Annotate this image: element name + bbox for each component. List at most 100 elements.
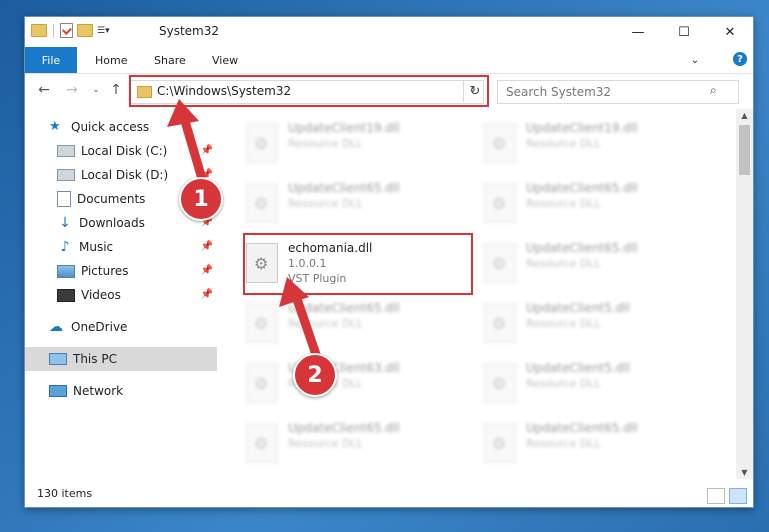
expand-ribbon-icon[interactable]: ⌄	[685, 47, 705, 73]
sidebar-item-this-pc[interactable]: This PC	[25, 347, 217, 371]
sidebar-item-label: Documents	[77, 192, 146, 206]
navigation-pane: ★ Quick access Local Disk (C:) 📌 Local D…	[25, 109, 217, 479]
file-description: Resource DLL	[526, 197, 601, 210]
file-tile[interactable]: UpdateClient65.dll Resource DLL	[218, 295, 446, 347]
dll-file-icon	[246, 183, 278, 223]
download-icon: ↓	[59, 215, 71, 231]
status-bar: 130 items	[25, 483, 753, 507]
dll-file-icon	[484, 183, 516, 223]
drive-icon	[57, 145, 75, 157]
properties-icon[interactable]	[60, 23, 73, 38]
tab-view[interactable]: View	[212, 47, 238, 73]
tab-share[interactable]: Share	[154, 47, 186, 73]
large-icons-view-icon[interactable]	[729, 488, 747, 504]
explorer-window: ☰▾ System32 — ☐ ✕ File Home Share View ⌄…	[24, 16, 754, 508]
file-tile[interactable]: UpdateClient5.dll Resource DLL	[456, 355, 684, 407]
scroll-thumb[interactable]	[739, 125, 750, 175]
pictures-icon	[57, 264, 75, 278]
up-arrow-icon[interactable]: ↑	[107, 80, 125, 100]
sidebar-item-label: Downloads	[79, 216, 145, 230]
dll-file-icon	[246, 363, 278, 403]
dll-file-icon	[484, 363, 516, 403]
forward-arrow-icon[interactable]: →	[63, 80, 81, 100]
sidebar-item-label: Network	[73, 384, 124, 398]
file-description: Resource DLL	[288, 137, 363, 150]
address-bar[interactable]: C:\Windows\System32 ⌄	[130, 80, 484, 104]
file-name: UpdateClient65.dll	[288, 301, 400, 315]
file-tile[interactable]: UpdateClient65.dll Resource DLL	[456, 415, 684, 467]
refresh-icon[interactable]: ↻	[463, 80, 486, 102]
sidebar-item-pictures[interactable]: Pictures 📌	[25, 259, 217, 283]
drive-icon	[57, 169, 75, 181]
file-name: UpdateClient65.dll	[526, 181, 638, 195]
folder-icon	[137, 86, 152, 98]
details-view-icon[interactable]	[707, 488, 725, 504]
file-name: UpdateClient5.dll	[526, 301, 630, 315]
file-description: Resource DLL	[288, 317, 363, 330]
file-tile[interactable]: UpdateClient65.dll Resource DLL	[456, 175, 684, 227]
computer-icon	[49, 353, 67, 365]
address-text[interactable]: C:\Windows\System32	[157, 84, 291, 98]
file-name: UpdateClient19.dll	[526, 121, 638, 135]
dll-file-icon	[246, 303, 278, 343]
customize-dropdown-icon[interactable]: ☰▾	[97, 26, 110, 36]
sidebar-item-network[interactable]: Network	[25, 379, 217, 403]
close-button[interactable]: ✕	[707, 17, 753, 47]
maximize-button[interactable]: ☐	[661, 17, 707, 47]
file-tab[interactable]: File	[25, 47, 77, 73]
sidebar-item-onedrive[interactable]: ☁ OneDrive	[25, 315, 217, 339]
sidebar-item-label: Pictures	[81, 264, 129, 278]
dll-file-icon	[246, 423, 278, 463]
scroll-up-icon[interactable]: ▲	[736, 111, 753, 120]
separator	[53, 23, 54, 38]
pin-icon: 📌	[200, 145, 213, 156]
dll-file-icon	[246, 243, 278, 283]
file-tile[interactable]: UpdateClient19.dll Resource DLL	[456, 115, 684, 167]
sidebar-item-label: Videos	[81, 288, 121, 302]
file-description: VST Plugin	[288, 272, 347, 285]
sidebar-item-videos[interactable]: Videos 📌	[25, 283, 217, 307]
file-name: UpdateClient5.dll	[526, 361, 630, 375]
search-input[interactable]	[504, 83, 713, 101]
title-bar: ☰▾ System32 — ☐ ✕	[25, 17, 753, 47]
help-icon[interactable]: ?	[733, 52, 747, 66]
tab-home[interactable]: Home	[95, 47, 127, 73]
file-tile[interactable]: UpdateClient5.dll Resource DLL	[456, 295, 684, 347]
new-folder-icon[interactable]	[77, 24, 93, 37]
recent-locations-icon[interactable]: ⌄	[87, 80, 105, 100]
sidebar-item-local-disk-c[interactable]: Local Disk (C:) 📌	[25, 139, 217, 163]
cloud-icon: ☁	[49, 319, 63, 335]
scroll-down-icon[interactable]: ▼	[736, 468, 753, 477]
file-tile-echomania[interactable]: echomania.dll 1.0.0.1 VST Plugin	[218, 235, 446, 287]
file-tile[interactable]: UpdateClient19.dll Resource DLL	[218, 115, 446, 167]
folder-icon	[31, 24, 47, 37]
pin-icon: 📌	[200, 241, 213, 252]
dll-file-icon	[484, 243, 516, 283]
navigation-bar: ← → ⌄ ↑ C:\Windows\System32 ⌄ ↻ ⌕	[25, 74, 753, 106]
back-arrow-icon[interactable]: ←	[35, 80, 53, 100]
file-description: Resource DLL	[288, 197, 363, 210]
star-icon: ★	[49, 119, 61, 134]
item-count: 130 items	[37, 487, 93, 500]
file-tile[interactable]: UpdateClient65.dll Resource DLL	[456, 235, 684, 287]
file-tile[interactable]: UpdateClient65.dll Resource DLL	[218, 175, 446, 227]
file-tile[interactable]: UpdateClient65.dll Resource DLL	[218, 415, 446, 467]
search-icon[interactable]: ⌕	[710, 83, 726, 97]
vertical-scrollbar[interactable]: ▲ ▼	[736, 109, 753, 479]
sidebar-item-label: Music	[79, 240, 114, 254]
dll-file-icon	[484, 123, 516, 163]
file-description: Resource DLL	[526, 377, 601, 390]
sidebar-item-quick-access[interactable]: ★ Quick access	[25, 115, 217, 139]
search-box[interactable]: ⌕	[497, 80, 739, 104]
file-name: echomania.dll	[288, 241, 373, 255]
sidebar-item-music[interactable]: ♪ Music 📌	[25, 235, 217, 259]
minimize-button[interactable]: —	[615, 17, 661, 47]
file-name: UpdateClient19.dll	[288, 121, 400, 135]
pin-icon: 📌	[200, 265, 213, 276]
videos-icon	[57, 288, 75, 302]
file-name: UpdateClient65.dll	[288, 181, 400, 195]
file-list: UpdateClient19.dll Resource DLL UpdateCl…	[218, 109, 736, 479]
file-description: Resource DLL	[526, 257, 601, 270]
file-description: Resource DLL	[526, 137, 601, 150]
file-name: UpdateClient65.dll	[526, 421, 638, 435]
